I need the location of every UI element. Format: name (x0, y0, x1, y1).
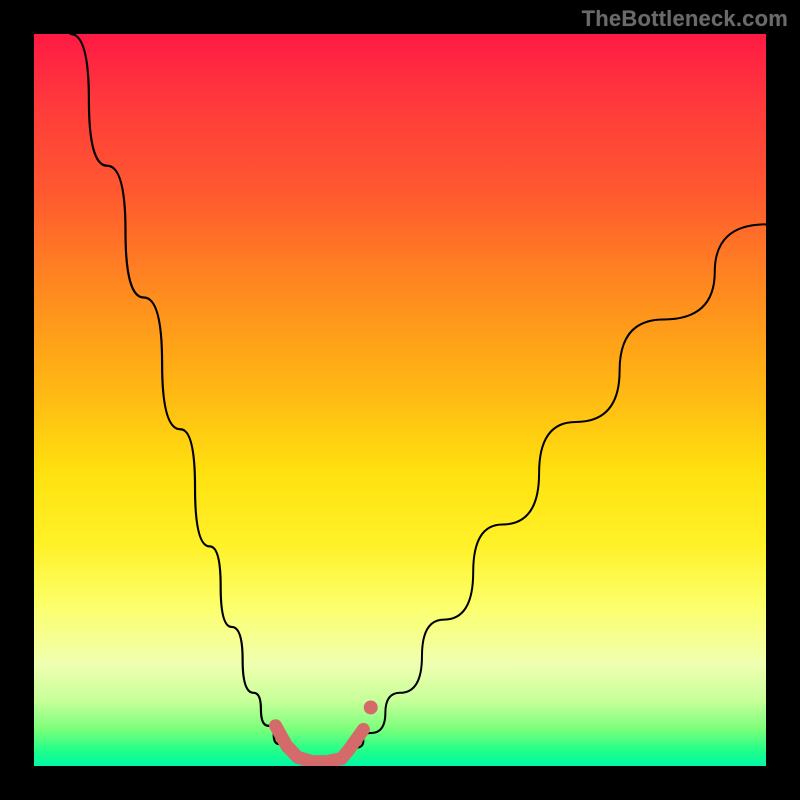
chart-frame: TheBottleneck.com (0, 0, 800, 800)
valley-marker-path (276, 726, 364, 762)
curve-right-path (356, 224, 766, 747)
chart-svg (34, 34, 766, 766)
curve-left-path (71, 34, 287, 751)
watermark-text: TheBottleneck.com (582, 6, 788, 32)
plot-area (34, 34, 766, 766)
valley-dot (364, 700, 378, 714)
